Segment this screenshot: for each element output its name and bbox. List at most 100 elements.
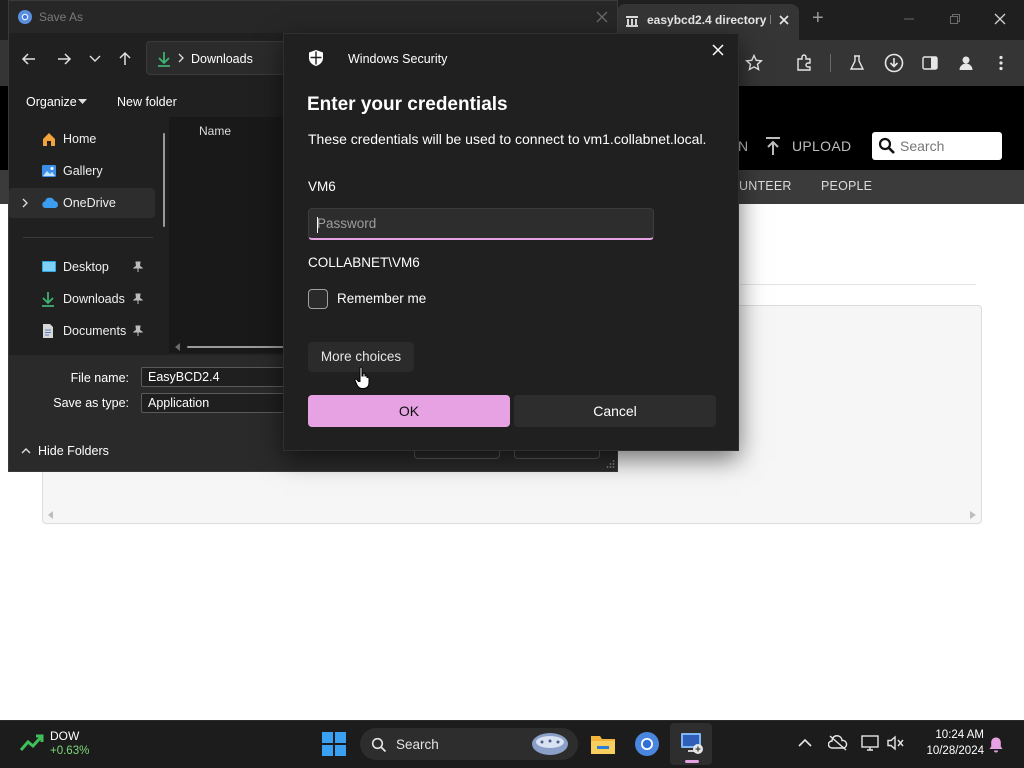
clock-time[interactable]: 10:24 AM [924, 729, 984, 741]
save-as-titlebar: Save As [9, 1, 617, 33]
file-list-pane [169, 117, 299, 353]
bookmark-star-icon[interactable] [745, 54, 763, 72]
scroll-left-arrow-icon[interactable] [48, 511, 54, 519]
file-list-hscrollbar[interactable] [187, 346, 293, 348]
start-windows-icon[interactable] [322, 732, 346, 756]
ok-button[interactable]: OK [308, 395, 510, 427]
notification-bell-icon[interactable] [988, 736, 1004, 754]
stock-widget-name[interactable]: DOW [50, 729, 79, 743]
search-placeholder: Search [900, 138, 945, 154]
stock-widget-change[interactable]: +0.63% [50, 745, 89, 757]
pin-icon [133, 261, 143, 273]
sidebar-item-label: Downloads [63, 292, 125, 306]
breadcrumb-chevron-icon [177, 53, 185, 63]
hand-cursor-icon [354, 366, 372, 390]
remember-me-checkbox[interactable] [308, 289, 328, 309]
save-as-title: Save As [39, 10, 84, 24]
organize-dropdown-icon[interactable] [78, 99, 87, 105]
column-header-name[interactable]: Name [199, 124, 231, 138]
onedrive-offline-icon[interactable] [828, 735, 848, 751]
restore-icon[interactable] [948, 12, 962, 26]
windows-security-dialog: Windows Security Enter your credentials … [283, 33, 739, 451]
dialog-close-icon[interactable] [708, 40, 728, 60]
home-icon [41, 131, 57, 147]
back-arrow-icon[interactable] [21, 51, 37, 67]
desktop-icon [41, 259, 57, 275]
file-explorer-icon[interactable] [590, 732, 616, 756]
hide-folders-chevron-icon[interactable] [21, 447, 31, 455]
site-nav-people[interactable]: PEOPLE [821, 179, 872, 193]
chrome-taskbar-icon[interactable] [634, 731, 660, 757]
active-app-indicator [685, 760, 699, 763]
chrome-app-icon [17, 9, 33, 25]
upload-icon[interactable] [764, 136, 782, 156]
minimize-icon[interactable] [902, 12, 916, 26]
site-search-input[interactable]: Search [872, 132, 1002, 160]
address-bar[interactable]: Downloads [146, 41, 306, 75]
remember-me-label[interactable]: Remember me [337, 291, 426, 306]
sidebar-item-label: Documents [63, 324, 127, 338]
dialog-app-name: Windows Security [348, 52, 448, 66]
browser-menu-icon[interactable] [996, 54, 1006, 72]
clock-date[interactable]: 10/28/2024 [914, 745, 984, 757]
recent-locations-chevron-icon[interactable] [89, 54, 101, 64]
tab-favicon-icon [625, 14, 639, 28]
tab-close-icon[interactable] [777, 13, 791, 27]
sidebar-item-documents[interactable]: Documents [9, 316, 155, 346]
stock-trend-icon[interactable] [20, 734, 44, 752]
hide-folders-button[interactable]: Hide Folders [38, 444, 109, 458]
sidebar-item-label: OneDrive [63, 196, 116, 210]
tab-title: easybcd2.4 directory l [647, 13, 771, 27]
sidebar-item-onedrive[interactable]: OneDrive [9, 188, 155, 218]
profile-icon[interactable] [957, 54, 975, 72]
side-panel-icon[interactable] [921, 54, 939, 72]
text-caret [317, 217, 318, 233]
site-login-link[interactable]: N [738, 138, 748, 154]
onedrive-icon [41, 197, 59, 209]
new-tab-button[interactable]: + [812, 7, 824, 30]
forward-arrow-icon[interactable] [56, 51, 72, 67]
save-as-type-label: Save as type: [53, 396, 129, 410]
sidebar-item-downloads[interactable]: Downloads [9, 284, 155, 314]
new-folder-button[interactable]: New folder [117, 95, 177, 109]
extensions-icon[interactable] [795, 54, 813, 72]
network-icon[interactable] [860, 735, 880, 751]
password-input[interactable] [308, 208, 654, 240]
up-arrow-icon[interactable] [117, 51, 133, 67]
site-nav-volunteer[interactable]: UNTEER [739, 179, 792, 193]
save-as-type-select[interactable]: Application [141, 393, 301, 413]
show-hidden-icons-chevron-icon[interactable] [798, 738, 812, 748]
sidebar-item-desktop[interactable]: Desktop [9, 252, 155, 282]
expand-chevron-icon[interactable] [21, 198, 29, 208]
cancel-button[interactable]: Cancel [514, 395, 716, 427]
search-icon [878, 137, 896, 155]
downloads-icon[interactable] [884, 53, 904, 73]
scroll-right-arrow-icon[interactable] [970, 511, 976, 519]
download-icon [41, 291, 55, 307]
window-close-icon[interactable] [993, 12, 1007, 26]
remote-desktop-icon[interactable] [679, 731, 705, 757]
breadcrumb-current[interactable]: Downloads [191, 52, 253, 66]
resize-grip-icon[interactable] [605, 459, 615, 469]
taskbar-search-label: Search [396, 737, 439, 752]
dialog-description: These credentials will be used to connec… [308, 131, 707, 147]
sidebar-item-gallery[interactable]: Gallery [9, 156, 155, 186]
domain-user-label: COLLABNET\VM6 [308, 255, 420, 270]
nav-divider [23, 237, 153, 238]
navigation-pane: Home Gallery OneDrive Desktop Downloads … [9, 117, 167, 353]
volume-muted-icon[interactable] [886, 735, 906, 751]
toolbar-divider [830, 54, 831, 72]
sidebar-item-label: Gallery [63, 164, 103, 178]
save-as-close-icon[interactable] [595, 10, 609, 24]
file-name-input[interactable] [141, 367, 301, 387]
hscroll-left-arrow-icon[interactable] [175, 343, 181, 351]
sidebar-item-home[interactable]: Home [9, 124, 155, 154]
download-folder-icon [157, 51, 171, 67]
labs-flask-icon[interactable] [848, 54, 866, 72]
search-highlight-image[interactable] [530, 731, 570, 757]
nav-pane-scrollbar[interactable] [163, 133, 165, 227]
pin-icon [133, 293, 143, 305]
site-upload-link[interactable]: UPLOAD [792, 138, 851, 154]
organize-menu[interactable]: Organize [26, 95, 77, 109]
file-name-label: File name: [70, 371, 129, 385]
